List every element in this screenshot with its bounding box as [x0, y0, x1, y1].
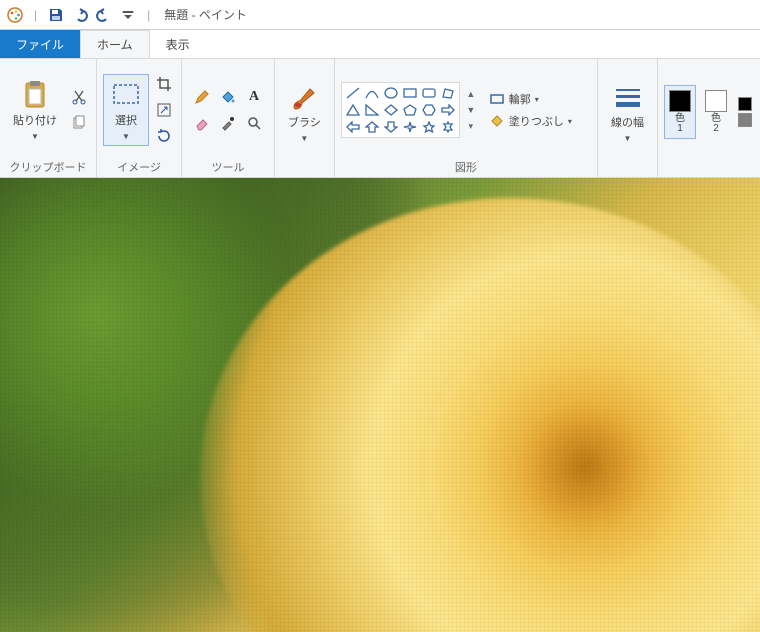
separator: |	[147, 8, 150, 22]
chevron-down-icon: ▾	[535, 95, 539, 104]
cut-icon[interactable]	[68, 86, 90, 108]
shape-down-arrow[interactable]	[382, 119, 400, 135]
select-label: 選択	[115, 115, 137, 127]
shape-triangle[interactable]	[344, 102, 362, 118]
select-icon	[110, 79, 142, 111]
shapes-gallery[interactable]	[341, 82, 460, 138]
title-bar: | | 無題 - ペイント	[0, 0, 760, 30]
group-clipboard-label: クリップボード	[6, 157, 90, 175]
window-title: 無題 - ペイント	[164, 6, 247, 23]
chevron-down-icon: ▼	[31, 132, 39, 141]
shape-star5[interactable]	[420, 119, 438, 135]
color2-label: 色 2	[711, 114, 721, 134]
crop-icon[interactable]	[153, 73, 175, 95]
group-tools: A ツール	[182, 59, 275, 177]
fill-icon[interactable]	[216, 85, 240, 109]
color1-label: 色 1	[675, 114, 685, 134]
picker-icon[interactable]	[216, 111, 240, 135]
tab-file[interactable]: ファイル	[0, 30, 80, 58]
color-palette	[736, 93, 754, 131]
paste-icon	[19, 79, 51, 111]
paste-label: 貼り付け	[13, 115, 57, 127]
chevron-down-icon: ▼	[122, 132, 130, 141]
shapes-scroll-up-icon[interactable]: ▲	[466, 89, 475, 99]
brush-icon	[288, 81, 320, 113]
shape-polygon[interactable]	[439, 85, 457, 101]
group-image-label: イメージ	[103, 157, 175, 175]
chevron-down-icon: ▼	[300, 134, 308, 143]
brushes-button[interactable]: ブラシ ▼	[281, 76, 328, 147]
shape-right-triangle[interactable]	[363, 102, 381, 118]
group-shapes: ▲ ▼ ▾ 輪郭 ▾ 塗りつぶし ▾ 図形	[335, 59, 598, 177]
shape-curve[interactable]	[363, 85, 381, 101]
separator: |	[34, 8, 37, 22]
canvas-area[interactable]	[0, 178, 760, 632]
shapes-scroll: ▲ ▼ ▾	[464, 89, 478, 132]
color2-button[interactable]: 色 2	[700, 85, 732, 139]
group-image: 選択 ▼ イメージ	[97, 59, 182, 177]
quick-access-toolbar: | |	[6, 6, 154, 24]
brushes-label: ブラシ	[288, 117, 321, 129]
pencil-icon[interactable]	[190, 85, 214, 109]
resize-icon[interactable]	[153, 99, 175, 121]
rotate-icon[interactable]	[153, 125, 175, 147]
color1-button[interactable]: 色 1	[664, 85, 696, 139]
fill-shape-icon	[489, 113, 505, 129]
select-button[interactable]: 選択 ▼	[103, 74, 149, 145]
group-size-spacer	[604, 161, 651, 175]
save-icon[interactable]	[47, 6, 65, 24]
text-icon[interactable]: A	[242, 85, 266, 109]
group-clipboard: 貼り付け ▼ クリップボード	[0, 59, 97, 177]
shape-left-arrow[interactable]	[344, 119, 362, 135]
shape-line[interactable]	[344, 85, 362, 101]
size-label: 線の幅	[611, 117, 644, 129]
group-colors: 色 1 色 2	[658, 59, 760, 177]
copy-icon[interactable]	[68, 112, 90, 134]
paste-button[interactable]: 貼り付け ▼	[6, 74, 64, 145]
group-tools-label: ツール	[188, 157, 268, 175]
shape-up-arrow[interactable]	[363, 119, 381, 135]
group-shapes-label: 図形	[341, 157, 591, 175]
ribbon-tabs: ファイル ホーム 表示	[0, 30, 760, 58]
fill-label: 塗りつぶし	[509, 113, 564, 129]
shape-star4[interactable]	[401, 119, 419, 135]
size-button[interactable]: 線の幅 ▼	[604, 76, 651, 147]
paint-app-icon	[6, 6, 24, 24]
shape-diamond[interactable]	[382, 102, 400, 118]
palette-swatch-black[interactable]	[738, 97, 752, 111]
shapes-scroll-down-icon[interactable]: ▼	[466, 105, 475, 115]
canvas-pixel-overlay	[0, 178, 760, 632]
shape-star6[interactable]	[439, 119, 457, 135]
group-brushes: ブラシ ▼	[275, 59, 335, 177]
shapes-expand-icon[interactable]: ▾	[469, 121, 474, 132]
color1-swatch	[669, 90, 691, 112]
shape-hexagon[interactable]	[420, 102, 438, 118]
color2-swatch	[705, 90, 727, 112]
chevron-down-icon: ▾	[568, 117, 572, 126]
chevron-down-icon: ▼	[624, 134, 632, 143]
tab-home[interactable]: ホーム	[80, 30, 150, 58]
outline-icon	[489, 91, 505, 107]
group-colors-spacer	[664, 161, 754, 175]
ribbon: 貼り付け ▼ クリップボード 選択 ▼	[0, 58, 760, 178]
group-brushes-spacer	[281, 161, 328, 175]
palette-swatch-gray[interactable]	[738, 113, 752, 127]
undo-icon[interactable]	[71, 6, 89, 24]
shape-outline-button[interactable]: 輪郭 ▾	[484, 89, 577, 109]
shape-rect[interactable]	[401, 85, 419, 101]
shape-pentagon[interactable]	[401, 102, 419, 118]
redo-icon[interactable]	[95, 6, 113, 24]
customize-qat-icon[interactable]	[119, 6, 137, 24]
magnifier-icon[interactable]	[242, 111, 266, 135]
group-size: 線の幅 ▼	[598, 59, 658, 177]
shape-fill-button[interactable]: 塗りつぶし ▾	[484, 111, 577, 131]
outline-label: 輪郭	[509, 91, 531, 107]
tab-view[interactable]: 表示	[150, 30, 206, 58]
shape-rounded-rect[interactable]	[420, 85, 438, 101]
shape-oval[interactable]	[382, 85, 400, 101]
eraser-icon[interactable]	[190, 111, 214, 135]
shape-right-arrow[interactable]	[439, 102, 457, 118]
size-icon	[612, 81, 644, 113]
